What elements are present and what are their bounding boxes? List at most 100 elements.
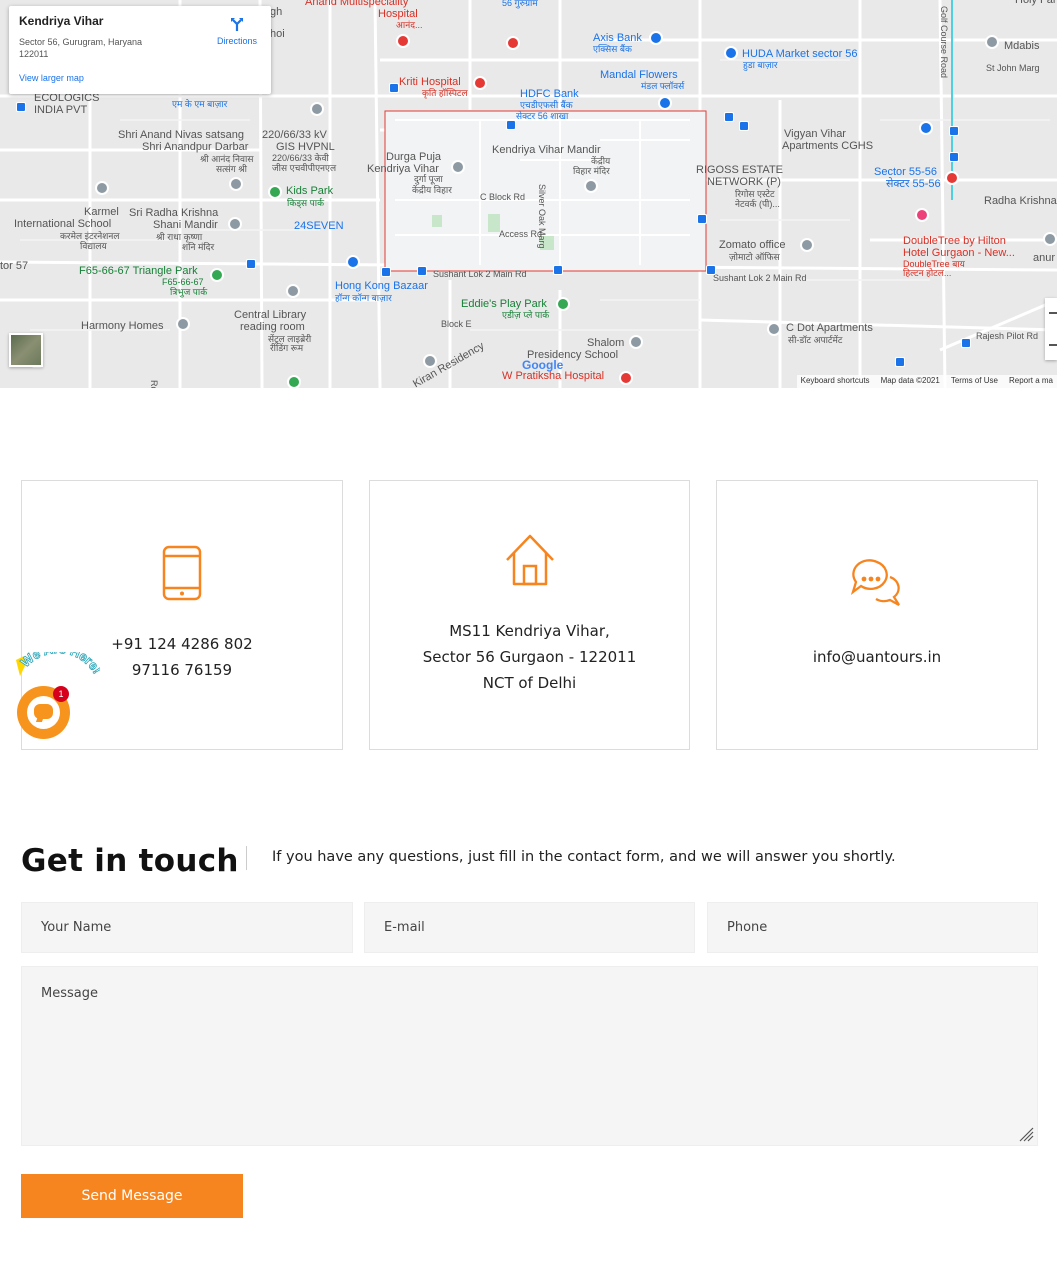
zoom-in-icon[interactable]: [1049, 312, 1057, 314]
map-label[interactable]: Golf Course Road: [938, 6, 950, 78]
place-pin-icon[interactable]: [1043, 232, 1057, 246]
map-label[interactable]: Apartments CGHS: [782, 140, 873, 152]
map-label[interactable]: शनि मंदिर: [182, 241, 214, 253]
bus-stop-icon[interactable]: [739, 121, 749, 131]
map-label[interactable]: St John Marg: [986, 62, 1040, 74]
map-label[interactable]: सेक्टर 56 शाखा: [516, 110, 568, 122]
map-label[interactable]: INDIA PVT: [34, 104, 87, 116]
map-label[interactable]: Sushant Lok 2 Main Rd: [433, 268, 527, 280]
place-pin-icon[interactable]: [310, 102, 324, 116]
place-pin-icon[interactable]: [800, 238, 814, 252]
map-label[interactable]: Shalom: [587, 337, 624, 349]
zoom-out-icon[interactable]: [1049, 344, 1057, 346]
map-label[interactable]: त्रिभुज पार्क: [170, 286, 207, 298]
map-label[interactable]: Rajesh Pilot Rd: [976, 330, 1038, 342]
map-label[interactable]: कृति हॉस्पिटल: [422, 87, 468, 99]
view-larger-map-link[interactable]: View larger map: [19, 73, 84, 83]
bus-stop-icon[interactable]: [949, 152, 959, 162]
map-label[interactable]: reading room: [240, 321, 305, 333]
map-label[interactable]: 24SEVEN: [294, 220, 344, 232]
phone-field[interactable]: [707, 902, 1038, 953]
map-label[interactable]: एडीज़ प्ले पार्क: [502, 309, 549, 321]
name-input[interactable]: [41, 920, 333, 935]
map-label[interactable]: केंद्रीय विहार: [412, 184, 452, 196]
name-field[interactable]: [21, 902, 353, 953]
map-label[interactable]: Sri Radha Krishna: [129, 207, 218, 219]
email-input[interactable]: [384, 920, 675, 935]
directions-button[interactable]: Directions: [217, 16, 257, 46]
temple-pin-icon[interactable]: [451, 160, 465, 174]
send-message-button[interactable]: Send Message: [21, 1174, 243, 1218]
shopping-pin-icon[interactable]: [919, 121, 933, 135]
map-label[interactable]: विद्यालय: [80, 240, 107, 252]
temple-pin-icon[interactable]: [584, 179, 598, 193]
email-address[interactable]: info@uantours.in: [717, 644, 1037, 670]
map-label[interactable]: एम के एम बाज़ार: [172, 98, 227, 110]
temple-pin-icon[interactable]: [229, 177, 243, 191]
map-label[interactable]: Durga Puja: [386, 151, 441, 163]
map-label[interactable]: नेटवर्क (पी)...: [735, 198, 780, 210]
park-pin-icon[interactable]: [287, 375, 301, 388]
map-label[interactable]: जीस एचवीपीएनएल: [272, 162, 336, 174]
temple-pin-icon[interactable]: [228, 217, 242, 231]
bus-stop-icon[interactable]: [389, 83, 399, 93]
bus-stop-icon[interactable]: [949, 126, 959, 136]
map-label[interactable]: Shri Anandpur Darbar: [142, 141, 248, 153]
map-label[interactable]: Mdabis: [1004, 40, 1039, 52]
bus-stop-icon[interactable]: [895, 357, 905, 367]
map-label[interactable]: Sector 55-56: [874, 166, 937, 178]
map-label[interactable]: Karmel: [84, 206, 119, 218]
map-label[interactable]: Kids Park: [286, 185, 333, 197]
resize-handle-icon[interactable]: [1018, 1126, 1034, 1142]
map-label[interactable]: Kendriya Vihar Mandir: [492, 144, 601, 156]
school-pin-icon[interactable]: [629, 335, 643, 349]
shopping-pin-icon[interactable]: [658, 96, 672, 110]
hospital-pin-icon[interactable]: [619, 371, 633, 385]
map-label[interactable]: Access Rd: [499, 228, 542, 240]
map-label[interactable]: hoi: [270, 28, 285, 40]
map-label[interactable]: सेक्टर 55-56: [886, 178, 941, 190]
satellite-toggle-button[interactable]: [9, 333, 43, 367]
map-label[interactable]: 56 गुरुग्राम: [502, 0, 538, 9]
bank-pin-icon[interactable]: [649, 31, 663, 45]
map-label[interactable]: विहार मंदिर: [573, 165, 610, 177]
map-label[interactable]: सी-डॉट अपार्टमेंट: [788, 334, 842, 346]
terms-of-use-link[interactable]: Terms of Use: [951, 376, 998, 387]
message-textarea[interactable]: [41, 986, 1018, 1136]
message-field[interactable]: [21, 966, 1038, 1146]
bus-stop-icon[interactable]: [706, 265, 716, 275]
school-pin-icon[interactable]: [985, 35, 999, 49]
phone-input[interactable]: [727, 920, 1018, 935]
map-label[interactable]: Rd to F Block: [148, 380, 160, 388]
zoom-controls[interactable]: [1045, 298, 1057, 360]
map-label[interactable]: NETWORK (P): [707, 176, 781, 188]
map-label[interactable]: सत्संग श्री: [216, 163, 247, 175]
map-label[interactable]: Hong Kong Bazaar: [335, 280, 428, 292]
map-label[interactable]: gh: [270, 6, 282, 18]
shopping-pin-icon[interactable]: [346, 255, 360, 269]
map-label[interactable]: RIGOSS ESTATE: [696, 164, 783, 176]
bus-stop-icon[interactable]: [697, 214, 707, 224]
map-label[interactable]: हुडा बाज़ार: [743, 59, 778, 71]
map-label[interactable]: हॉन्ग कॉन्ग बाज़ार: [335, 292, 392, 304]
library-pin-icon[interactable]: [286, 284, 300, 298]
shopping-pin-icon[interactable]: [724, 46, 738, 60]
metro-station-icon[interactable]: [945, 171, 959, 185]
map-label[interactable]: Holy Family: [1015, 0, 1057, 6]
map-label[interactable]: रीडिंग रूम: [270, 342, 303, 354]
hotel-pin-icon[interactable]: [915, 208, 929, 222]
map-label[interactable]: Vigyan Vihar: [784, 128, 846, 140]
map-label[interactable]: मंडल फ्लॉवर्स: [641, 80, 684, 92]
map-label[interactable]: हिल्टन होटल...: [903, 267, 951, 279]
map-label[interactable]: International School: [14, 218, 111, 230]
bus-stop-icon[interactable]: [246, 259, 256, 269]
map-label[interactable]: C Block Rd: [480, 191, 525, 203]
bus-stop-icon[interactable]: [724, 112, 734, 122]
bus-stop-icon[interactable]: [16, 102, 26, 112]
bus-stop-icon[interactable]: [381, 267, 391, 277]
bus-stop-icon[interactable]: [553, 265, 563, 275]
bus-stop-icon[interactable]: [506, 120, 516, 130]
park-pin-icon[interactable]: [268, 185, 282, 199]
map-label[interactable]: Zomato office: [719, 239, 785, 251]
map-label[interactable]: 220/66/33 kV: [262, 129, 327, 141]
